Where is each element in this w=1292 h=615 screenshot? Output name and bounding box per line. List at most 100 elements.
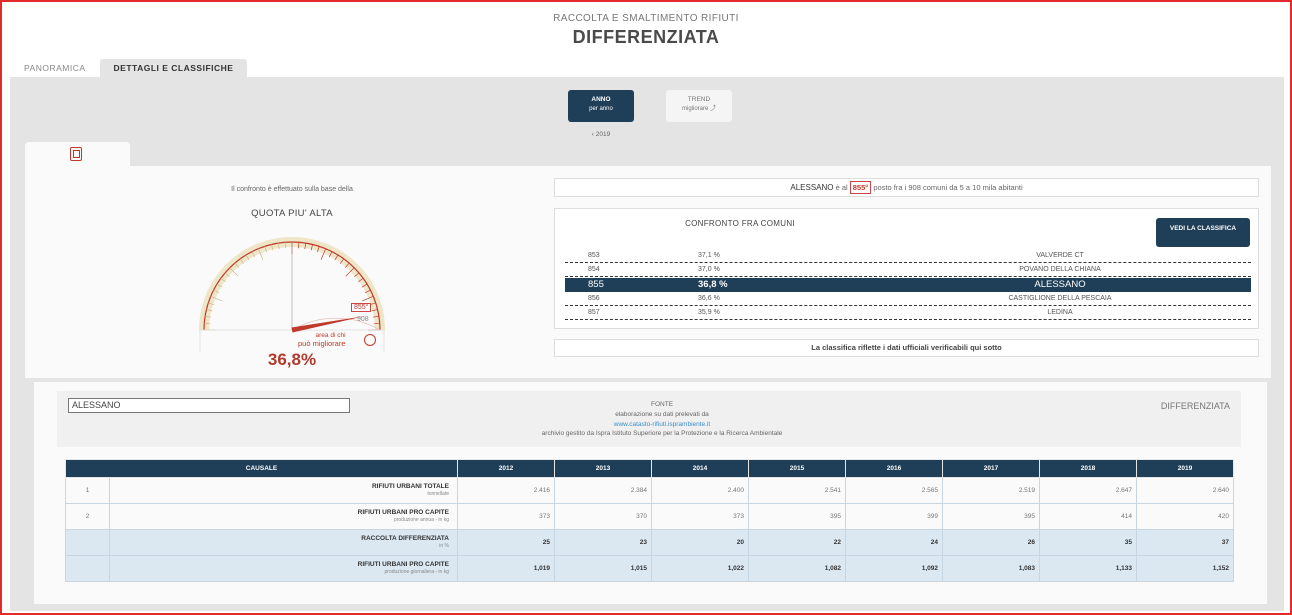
row-number (65, 529, 110, 556)
row-position: 853 (588, 252, 600, 259)
improve-label: area di chi può migliorare (298, 332, 346, 348)
row-value: 35,9 % (698, 309, 720, 316)
row-position: 856 (588, 295, 600, 302)
trend-sub-text: migliorare (681, 105, 709, 112)
source-title: FONTE (650, 401, 674, 408)
col-header-year: 2017 (942, 459, 1040, 478)
row-name: POVANO DELLA CHIANA (1019, 266, 1101, 273)
rank-post: posto fra i 908 comuni da 5 a 10 mila ab… (871, 183, 1023, 192)
cell-value: 37 (1136, 529, 1234, 556)
comparison-title: CONFRONTO FRA COMUNI (685, 219, 795, 228)
anno-label: ANNO (591, 96, 611, 103)
comparison-row-current: 855 36,8 % ALESSANO (565, 278, 1251, 292)
cell-value: 1,082 (748, 555, 846, 582)
comparison-box: CONFRONTO FRA COMUNI VEDI LA CLASSIFICA … (554, 208, 1259, 329)
row-value: 37,0 % (698, 266, 720, 273)
comparison-row: 856 36,6 % CASTIGLIONE DELLA PESCAIA (565, 293, 1251, 306)
row-label-sub: produzione giornaliera - in kg (384, 569, 449, 576)
rank-pre: è al (833, 183, 850, 192)
cell-value: 1,152 (1136, 555, 1234, 582)
trend-button[interactable]: TREND migliorare ⤴ (666, 90, 732, 122)
cell-value: 2.519 (942, 477, 1040, 504)
rank-comune: ALESSANO (790, 183, 834, 192)
tab-panoramica[interactable]: PANORAMICA (10, 59, 100, 77)
row-label: RACCOLTA DIFFERENZIATA in % (109, 529, 458, 556)
row-name: CASTIGLIONE DELLA PESCAIA (1008, 295, 1112, 302)
row-label-main: RIFIUTI URBANI PRO CAPITE (357, 509, 449, 517)
col-header-year: 2015 (748, 459, 846, 478)
row-value: 36,8 % (698, 279, 728, 290)
row-label: RIFIUTI URBANI TOTALE tonnellate (109, 477, 458, 504)
gauge-position-badge: 855° (351, 303, 372, 312)
cell-value: 2.647 (1039, 477, 1137, 504)
year-selector[interactable]: ‹ 2019 (568, 131, 634, 138)
cell-value: 373 (457, 503, 555, 530)
cell-value: 2.400 (651, 477, 749, 504)
cell-value: 1,133 (1039, 555, 1137, 582)
col-header-causale: CAUSALE (65, 459, 458, 478)
source-info: FONTE elaborazione su dati prelevati da … (462, 400, 862, 439)
row-position: 855 (588, 279, 604, 290)
cell-value: 2.640 (1136, 477, 1234, 504)
sad-face-icon (364, 334, 376, 346)
col-header-year: 2019 (1136, 459, 1234, 478)
cell-value: 25 (457, 529, 555, 556)
source-link[interactable]: www.catasto-rifiuti.isprambiente.it (462, 420, 862, 430)
cell-value: 2.416 (457, 477, 555, 504)
gauge-svg (199, 237, 385, 352)
anno-button[interactable]: ANNO per anno (568, 90, 634, 122)
row-label-sub: produzione annua - in kg (393, 517, 449, 524)
cell-value: 26 (942, 529, 1040, 556)
table-row: RACCOLTA DIFFERENZIATA in % 25 23 20 22 2… (65, 529, 1234, 556)
row-label: RIFIUTI URBANI PRO CAPITE produzione annu… (109, 503, 458, 530)
rank-position: 855° (849, 181, 872, 194)
cell-value: 420 (1136, 503, 1234, 530)
col-header-year: 2013 (554, 459, 652, 478)
row-value: 37,1 % (698, 252, 720, 259)
cell-value: 395 (942, 503, 1040, 530)
page-title: DIFFERENZIATA (572, 27, 720, 47)
cell-value: 1,022 (651, 555, 749, 582)
classifica-note: La classifica riflette i dati ufficiali … (554, 339, 1259, 357)
table-row: 1 RIFIUTI URBANI TOTALE tonnellate 2.416 … (65, 477, 1234, 504)
comune-field[interactable]: ALESSANO (68, 398, 350, 413)
rank-summary: ALESSANO è al 855° posto fra i 908 comun… (554, 178, 1259, 197)
tab-dettagli-classifiche[interactable]: DETTAGLI E CLASSIFICHE (99, 59, 248, 77)
vedi-classifica-button[interactable]: VEDI LA CLASSIFICA (1156, 218, 1250, 247)
row-label-sub: tonnellate (427, 491, 449, 498)
cell-value: 399 (845, 503, 943, 530)
row-label-sub: in % (439, 543, 449, 550)
row-name: VALVERDE CT (1036, 252, 1084, 259)
row-position: 854 (588, 266, 600, 273)
gauge (192, 220, 392, 352)
row-label: RIFIUTI URBANI PRO CAPITE produzione gior… (109, 555, 458, 582)
trend-chart-icon: ⤴ (710, 105, 717, 112)
cell-value: 2.565 (845, 477, 943, 504)
col-header-year: 2014 (651, 459, 749, 478)
row-name: ALESSANO (1034, 279, 1086, 290)
cell-value: 1,083 (942, 555, 1040, 582)
document-tab[interactable] (25, 142, 130, 166)
comparison-row: 854 37,0 % POVANO DELLA CHIANA (565, 264, 1251, 277)
cell-value: 24 (845, 529, 943, 556)
cell-value: 1,092 (845, 555, 943, 582)
row-label-main: RIFIUTI URBANI TOTALE (371, 483, 449, 491)
cell-value: 370 (554, 503, 652, 530)
row-number (65, 555, 110, 582)
cell-value: 23 (554, 529, 652, 556)
gauge-total: 908 (357, 316, 369, 323)
col-header-year: 2016 (845, 459, 943, 478)
cell-value: 373 (651, 503, 749, 530)
cell-value: 1,019 (457, 555, 555, 582)
gauge-title: QUOTA PIU' ALTA (251, 208, 333, 219)
cell-value: 395 (748, 503, 846, 530)
table-row: RIFIUTI URBANI PRO CAPITE produzione gior… (65, 555, 1234, 582)
page-frame: RACCOLTA E SMALTIMENTO RIFIUTI DIFFERENZ… (0, 0, 1292, 615)
cell-value: 2.384 (554, 477, 652, 504)
cell-value: 1,015 (554, 555, 652, 582)
cell-value: 414 (1039, 503, 1137, 530)
improve-line2: può migliorare (298, 338, 346, 348)
comparison-note: Il confronto è effettuato sulla base del… (231, 186, 353, 193)
data-table: CAUSALE 2012 2013 2014 2015 2016 2017 20… (65, 459, 1234, 582)
row-label-main: RACCOLTA DIFFERENZIATA (361, 535, 449, 543)
